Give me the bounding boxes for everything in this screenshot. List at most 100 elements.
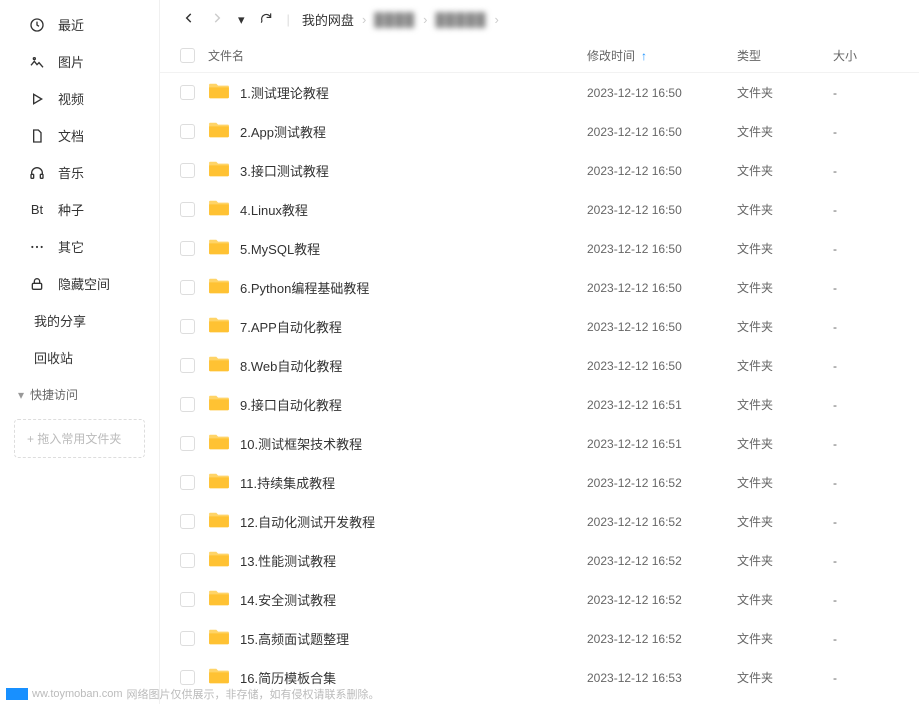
row-checkbox[interactable] [180, 280, 195, 295]
folder-icon [208, 121, 230, 142]
footer-site: ww.toymoban.com [32, 688, 122, 700]
file-size: - [833, 203, 903, 217]
file-name: 8.Web自动化教程 [240, 356, 342, 375]
column-header-size[interactable]: 大小 [833, 47, 903, 64]
file-date: 2023-12-12 16:51 [587, 437, 737, 451]
table-row[interactable]: 12.自动化测试开发教程2023-12-12 16:52文件夹- [160, 502, 919, 541]
footer-watermark: ww.toymoban.com 网络图片仅供展示，非存储，如有侵权请联系删除。 [6, 686, 379, 702]
sidebar-item-images[interactable]: 图片 [0, 43, 159, 80]
table-row[interactable]: 11.持续集成教程2023-12-12 16:52文件夹- [160, 463, 919, 502]
file-size: - [833, 476, 903, 490]
folder-icon [208, 199, 230, 220]
sidebar-item-label: 最近 [58, 15, 84, 34]
file-name: 4.Linux教程 [240, 200, 308, 219]
refresh-button[interactable] [257, 11, 275, 28]
row-checkbox[interactable] [180, 241, 195, 256]
file-list: 1.测试理论教程2023-12-12 16:50文件夹-2.App测试教程202… [160, 73, 919, 704]
row-checkbox[interactable] [180, 163, 195, 178]
row-checkbox[interactable] [180, 514, 195, 529]
file-type: 文件夹 [737, 123, 833, 140]
watermark-badge [6, 688, 28, 700]
sidebar-item-docs[interactable]: 文档 [0, 117, 159, 154]
sidebar-item-bt[interactable]: Bt 种子 [0, 191, 159, 228]
table-row[interactable]: 15.高频面试题整理2023-12-12 16:52文件夹- [160, 619, 919, 658]
select-all-checkbox[interactable] [180, 48, 195, 63]
table-row[interactable]: 13.性能测试教程2023-12-12 16:52文件夹- [160, 541, 919, 580]
file-name: 2.App测试教程 [240, 122, 326, 141]
headphones-icon [28, 165, 46, 181]
clock-icon [28, 17, 46, 33]
quick-access-header[interactable]: ▾ 快捷访问 [0, 376, 159, 411]
row-checkbox[interactable] [180, 85, 195, 100]
file-type: 文件夹 [737, 435, 833, 452]
table-row[interactable]: 14.安全测试教程2023-12-12 16:52文件夹- [160, 580, 919, 619]
sidebar-item-recent[interactable]: 最近 [0, 6, 159, 43]
table-row[interactable]: 10.测试框架技术教程2023-12-12 16:51文件夹- [160, 424, 919, 463]
file-date: 2023-12-12 16:50 [587, 164, 737, 178]
file-size: - [833, 398, 903, 412]
table-row[interactable]: 5.MySQL教程2023-12-12 16:50文件夹- [160, 229, 919, 268]
breadcrumb: 我的网盘 › ████ › █████ › [302, 10, 499, 29]
file-type: 文件夹 [737, 591, 833, 608]
column-header-type[interactable]: 类型 [737, 47, 833, 64]
file-type: 文件夹 [737, 162, 833, 179]
file-name: 13.性能测试教程 [240, 551, 336, 570]
file-name: 3.接口测试教程 [240, 161, 329, 180]
table-row[interactable]: 9.接口自动化教程2023-12-12 16:51文件夹- [160, 385, 919, 424]
table-row[interactable]: 2.App测试教程2023-12-12 16:50文件夹- [160, 112, 919, 151]
chevron-down-icon: ▾ [18, 388, 24, 402]
file-size: - [833, 320, 903, 334]
forward-button[interactable] [208, 11, 226, 28]
sidebar-item-share[interactable]: 我的分享 [0, 302, 159, 339]
breadcrumb-root[interactable]: 我的网盘 [302, 10, 354, 29]
folder-icon [208, 511, 230, 532]
sidebar-item-hidden[interactable]: 隐藏空间 [0, 265, 159, 302]
folder-icon [208, 394, 230, 415]
table-header: 文件名 修改时间 ↑ 类型 大小 [160, 39, 919, 73]
column-header-name[interactable]: 文件名 [208, 47, 587, 64]
column-header-date[interactable]: 修改时间 ↑ [587, 47, 737, 64]
row-checkbox[interactable] [180, 397, 195, 412]
file-size: - [833, 632, 903, 646]
row-checkbox[interactable] [180, 358, 195, 373]
breadcrumb-item-2[interactable]: █████ [435, 12, 486, 27]
table-row[interactable]: 7.APP自动化教程2023-12-12 16:50文件夹- [160, 307, 919, 346]
table-row[interactable]: 6.Python编程基础教程2023-12-12 16:50文件夹- [160, 268, 919, 307]
row-checkbox[interactable] [180, 670, 195, 685]
file-date: 2023-12-12 16:52 [587, 593, 737, 607]
table-row[interactable]: 4.Linux教程2023-12-12 16:50文件夹- [160, 190, 919, 229]
file-type: 文件夹 [737, 240, 833, 257]
file-date: 2023-12-12 16:50 [587, 86, 737, 100]
main-area: ▾ | 我的网盘 › ████ › █████ › 文件名 修改时间 ↑ 类型 … [160, 0, 919, 704]
breadcrumb-item-1[interactable]: ████ [374, 12, 415, 27]
row-checkbox[interactable] [180, 553, 195, 568]
folder-icon [208, 160, 230, 181]
row-checkbox[interactable] [180, 319, 195, 334]
file-date: 2023-12-12 16:50 [587, 320, 737, 334]
sidebar-item-trash[interactable]: 回收站 [0, 339, 159, 376]
row-checkbox[interactable] [180, 202, 195, 217]
back-button[interactable] [180, 11, 198, 28]
row-checkbox[interactable] [180, 124, 195, 139]
table-row[interactable]: 8.Web自动化教程2023-12-12 16:50文件夹- [160, 346, 919, 385]
table-row[interactable]: 1.测试理论教程2023-12-12 16:50文件夹- [160, 73, 919, 112]
table-row[interactable]: 3.接口测试教程2023-12-12 16:50文件夹- [160, 151, 919, 190]
sidebar-item-label: 我的分享 [34, 311, 86, 330]
file-name: 10.测试框架技术教程 [240, 434, 362, 453]
file-date: 2023-12-12 16:52 [587, 632, 737, 646]
sidebar-item-other[interactable]: 其它 [0, 228, 159, 265]
row-checkbox[interactable] [180, 436, 195, 451]
sidebar-item-music[interactable]: 音乐 [0, 154, 159, 191]
file-date: 2023-12-12 16:53 [587, 671, 737, 685]
folder-icon [208, 550, 230, 571]
row-checkbox[interactable] [180, 631, 195, 646]
file-name: 16.简历模板合集 [240, 668, 336, 687]
folder-icon [208, 667, 230, 688]
row-checkbox[interactable] [180, 475, 195, 490]
file-name: 7.APP自动化教程 [240, 317, 342, 336]
sidebar-item-videos[interactable]: 视频 [0, 80, 159, 117]
file-size: - [833, 554, 903, 568]
dropdown-button[interactable]: ▾ [236, 12, 247, 28]
drop-zone[interactable]: + 拖入常用文件夹 [14, 419, 145, 458]
row-checkbox[interactable] [180, 592, 195, 607]
